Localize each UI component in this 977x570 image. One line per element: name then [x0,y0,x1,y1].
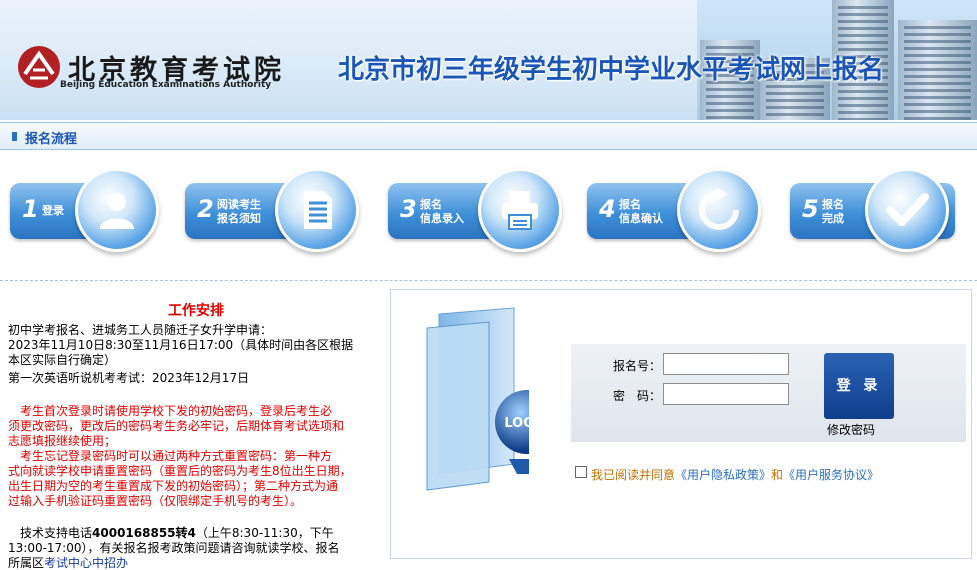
svg-text:LOGIN: LOGIN [504,416,529,431]
site-header: 北京教育考试院 Beijing Education Examinations A… [0,0,977,120]
support-line: 所属区考试中心中招办 [8,556,129,570]
step-label: 登录 [42,204,64,217]
schedule-line: 第一次英语听说机考考试：2023年12月17日 [8,371,250,385]
notice-line: 考生忘记登录密码时可以通过两种方式重置密码：第一种方 [20,449,333,463]
schedule-line: 初中学考报名、进城务工人员随迁子女升学申请： [8,323,273,337]
support-phone: 4000168855转4 [92,526,196,540]
privacy-policy-link[interactable]: 《用户隐私政策》 [675,468,771,482]
notice-line: 式向就读学校申请重置密码（重置后的密码为考生8位出生日期， [8,464,352,478]
document-icon [275,168,359,252]
support-line: 技术支持电话4000168855转4（上午8:30-11:30，下午 [20,526,334,540]
step-complete: 5 报名 完成 [790,168,955,252]
support-line: 13:00-17:00），有关报名报考政策问题请咨询就读学校、报名 [8,541,340,555]
password-input[interactable] [663,383,789,405]
process-section-bar: 报名流程 [0,122,977,150]
step-enter-info: 3 报名 信息录入 [388,168,562,252]
section-title: 报名流程 [25,132,78,147]
step-read-notice: 2 阅读考生 报名须知 [185,168,359,252]
step-number: 1 [22,195,39,223]
step-label: 阅读考生 报名须知 [217,198,261,225]
login-button[interactable]: 登 录 [824,353,894,419]
user-icon [75,168,159,252]
schedule-title: 工作安排 [168,303,224,319]
notice-line: 出生日期为空的考生重置成下发的初始密码）；第二种方式为通 [8,479,339,493]
beea-logo-icon [18,46,60,88]
step-label: 报名 完成 [822,198,844,225]
step-label: 报名 信息确认 [619,198,663,225]
registration-steps: 1 登录 2 阅读考生 报名须知 3 报名 信息录入 4 报名 信息确认 5 报名 完成 [0,151,977,281]
password-label: 密 码： [613,389,662,403]
modify-password-link[interactable]: 修改密码 [827,421,875,438]
agreement-text: 我已阅读并同意《用户隐私政策》和《用户服务协议》 [591,468,880,482]
notice-line: 志愿填报继续使用； [8,434,117,448]
section-marker-icon [12,132,17,141]
login-folder-icon: LOGIN [426,307,529,491]
logo-english-name: Beijing Education Examinations Authority [60,80,272,90]
notice-line: 考生首次登录时请使用学校下发的初始密码，登录后考生必 [20,404,333,418]
login-panel: LOGIN 报名号： 密 码： 登 录 修改密码 我已阅读并同意《用户隐私政策》… [390,289,972,559]
schedule-line: 2023年11月10日8:30至11月16日17:00（具体时间由各区根据 [8,338,354,352]
printer-icon [478,168,562,252]
service-agreement-link[interactable]: 《用户服务协议》 [783,468,879,482]
agree-checkbox[interactable] [575,466,587,478]
page-title: 北京市初三年级学生初中学业水平考试网上报名 [338,55,885,85]
notice-line: 过输入手机验证码重置密码（仅限绑定手机号的考生）。 [8,494,303,508]
schedule-line: 本区实际自行确定） [8,353,117,367]
step-confirm-info: 4 报名 信息确认 [587,168,761,252]
step-number: 2 [197,195,214,223]
step-number: 3 [400,195,417,223]
exam-center-link[interactable]: 考试中心中招办 [44,556,128,570]
notice-line: 须更改密码，更改后的密码考生务必牢记，后期体育考试选项和 [8,419,345,433]
step-label: 报名 信息录入 [420,198,464,225]
building-image [898,20,977,120]
step-login: 1 登录 [10,168,159,252]
username-input[interactable] [663,353,789,375]
step-number: 4 [599,195,616,223]
checkmark-icon [865,168,949,252]
username-label: 报名号： [613,359,662,373]
step-number: 5 [802,195,819,223]
refresh-icon [677,168,761,252]
